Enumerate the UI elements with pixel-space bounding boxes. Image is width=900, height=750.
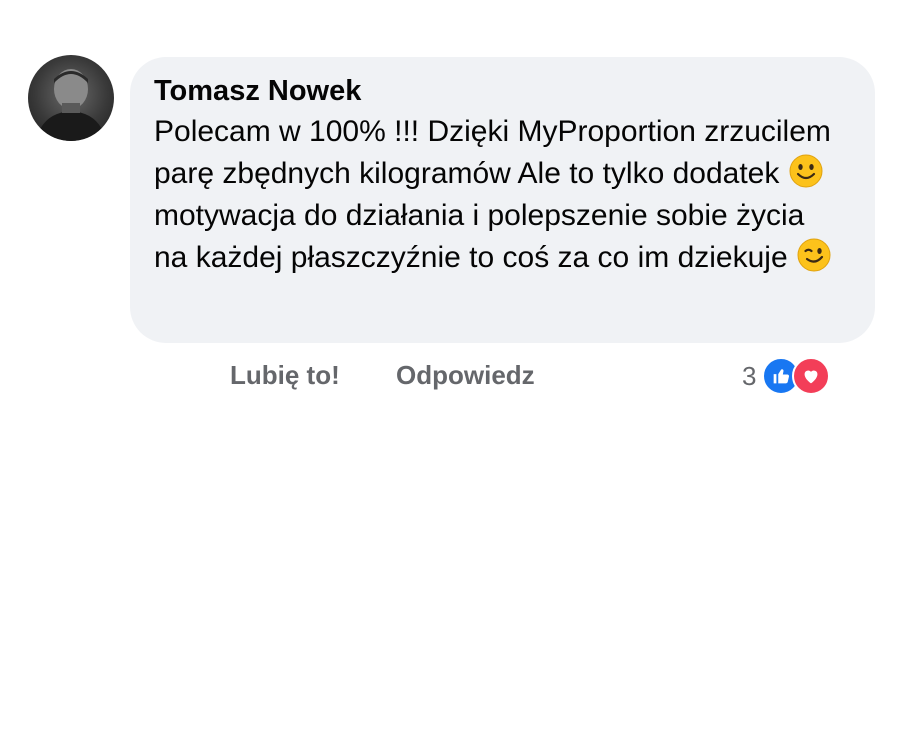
avatar[interactable]	[28, 55, 114, 141]
reaction-count: 3	[742, 360, 757, 391]
reactions-summary[interactable]: 3	[742, 356, 831, 396]
comment-author[interactable]: Tomasz Nowek	[154, 73, 851, 109]
heart-icon	[792, 357, 831, 395]
comment-text: Polecam w 100% !!! Dzięki MyProportion z…	[154, 111, 834, 279]
reply-button[interactable]: Odpowiedz	[396, 360, 535, 391]
slightly-smiling-face-icon	[788, 153, 824, 189]
like-button[interactable]: Lubię to!	[230, 360, 340, 391]
winking-face-icon	[796, 237, 832, 273]
comment-text-part-1: Polecam w 100% !!! Dzięki MyProportion z…	[154, 115, 831, 190]
person-silhouette-icon	[36, 69, 106, 141]
comment-bubble: Tomasz Nowek Polecam w 100% !!! Dzięki M…	[130, 57, 875, 343]
comment-text-part-2: motywacja do działania i polepszenie sob…	[154, 199, 805, 274]
